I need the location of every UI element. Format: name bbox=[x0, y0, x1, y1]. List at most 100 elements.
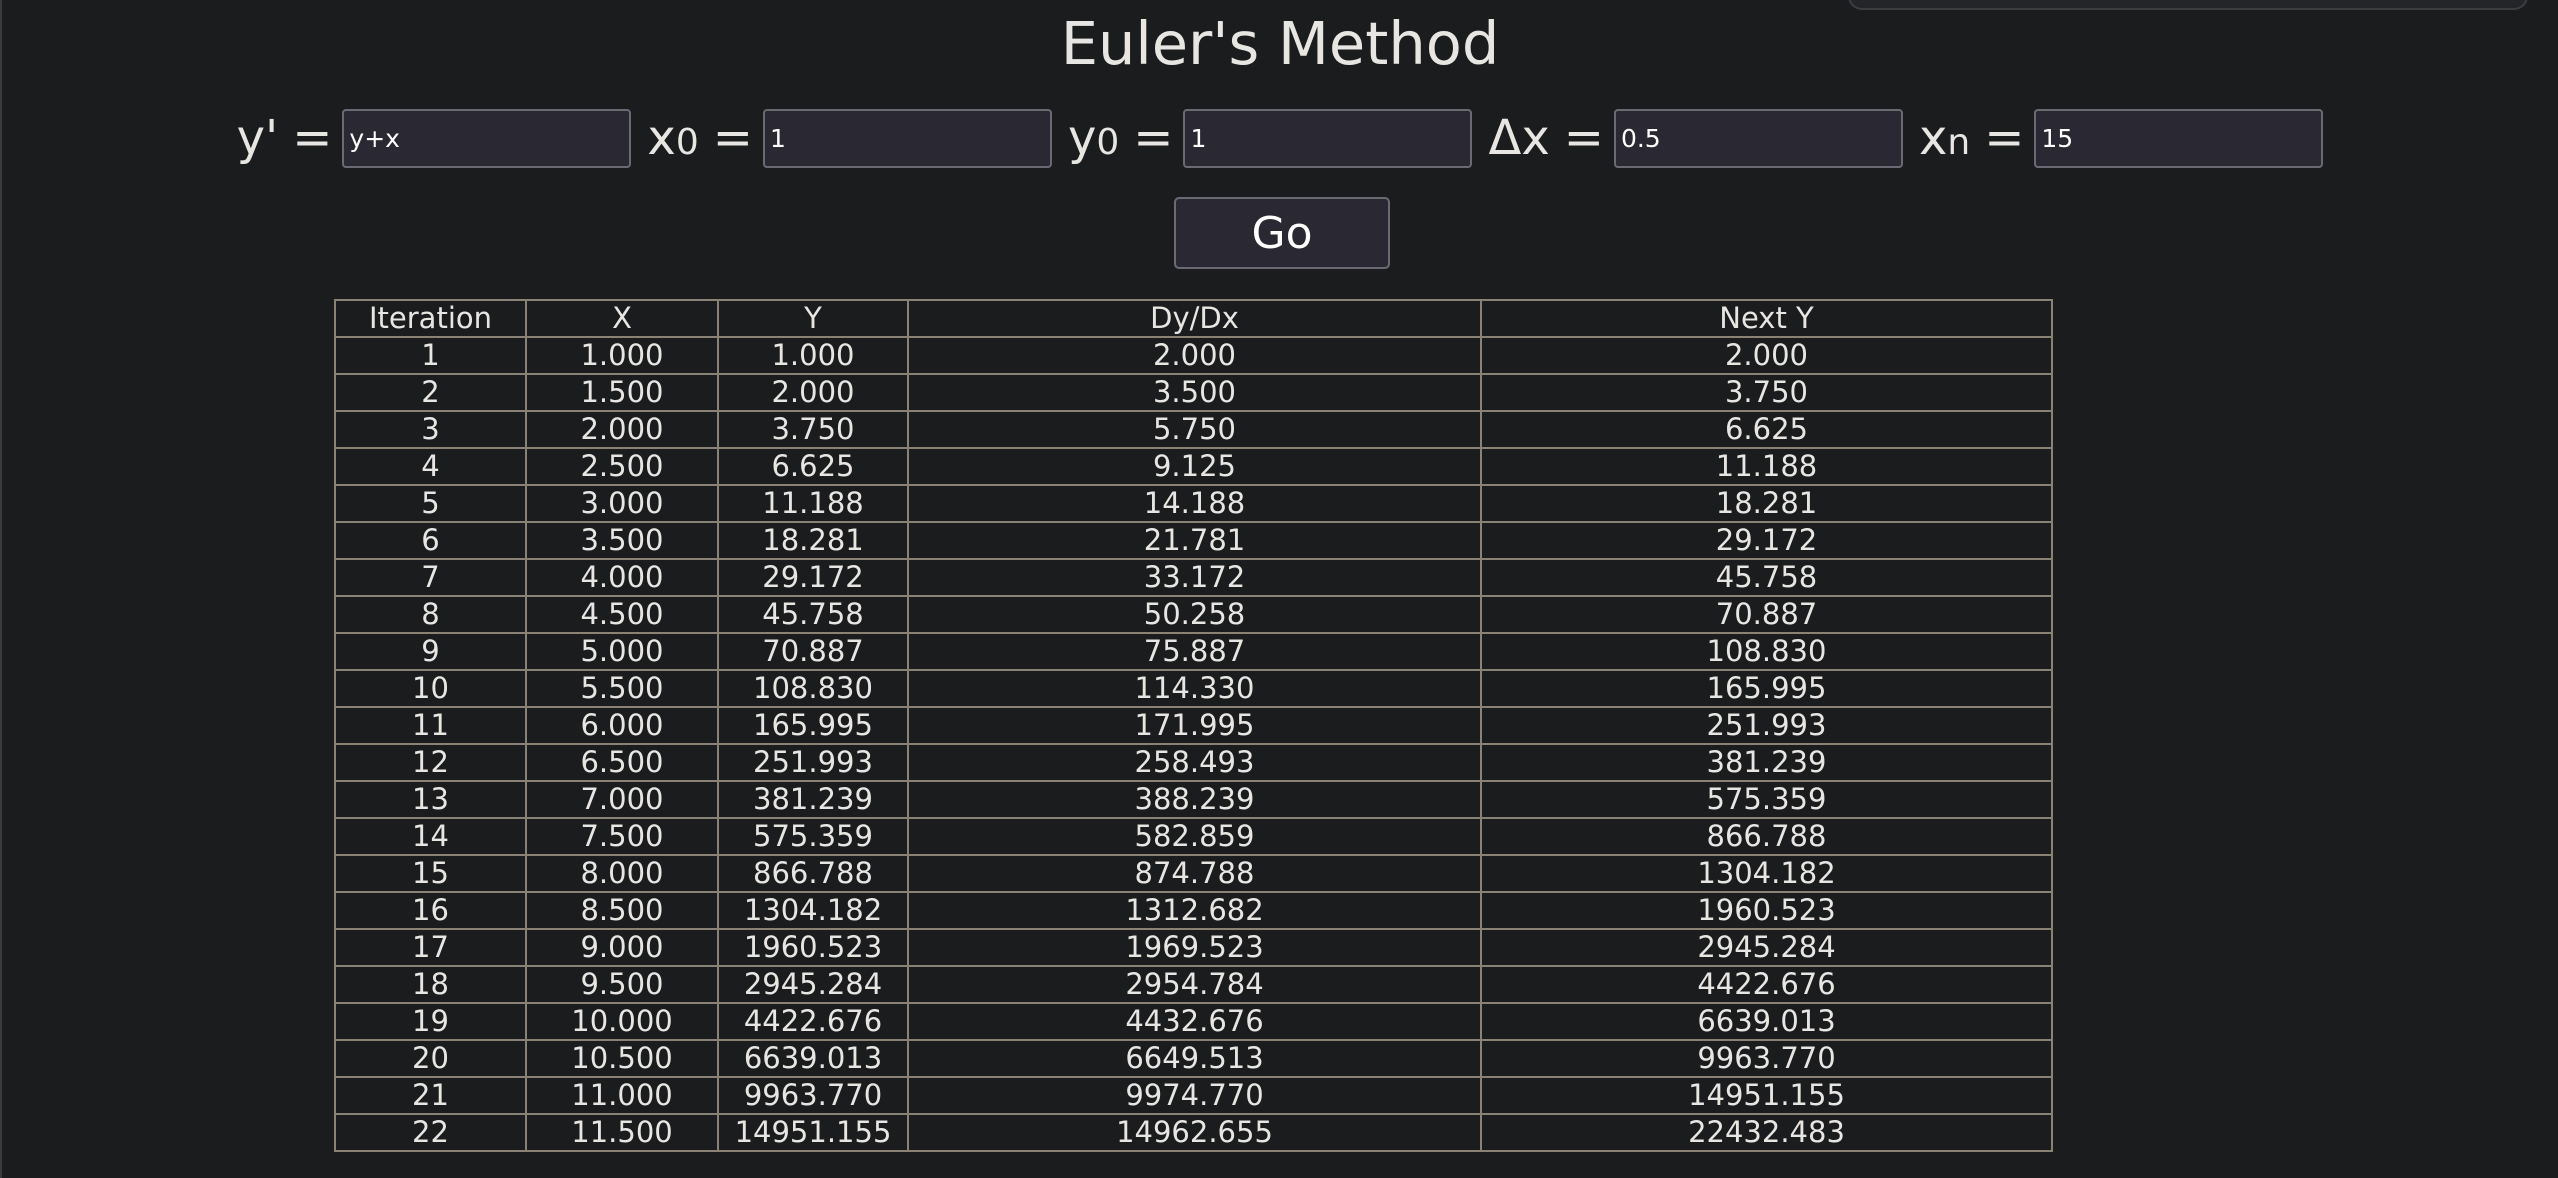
cell-iteration: 10 bbox=[334, 669, 527, 708]
param-x0: x0 = bbox=[647, 108, 1052, 168]
cell-next-y: 575.359 bbox=[1480, 780, 2053, 819]
cell-iteration: 18 bbox=[334, 965, 527, 1004]
cell-next-y: 18.281 bbox=[1480, 484, 2053, 523]
cell-iteration: 7 bbox=[334, 558, 527, 597]
cell-x: 9.000 bbox=[525, 928, 719, 967]
table-row: 20 10.500 6639.013 6649.513 9963.770 bbox=[334, 1039, 2053, 1078]
cell-x: 3.500 bbox=[525, 521, 719, 560]
cell-dydx: 5.750 bbox=[907, 410, 1482, 449]
param-xn: xn = bbox=[1918, 108, 2324, 168]
label-text: Δx bbox=[1488, 110, 1550, 166]
cell-x: 11.500 bbox=[525, 1113, 719, 1152]
cell-x: 8.000 bbox=[525, 854, 719, 893]
cell-y: 29.172 bbox=[717, 558, 909, 597]
cell-dydx: 75.887 bbox=[907, 632, 1482, 671]
cell-iteration: 17 bbox=[334, 928, 527, 967]
cell-y: 2.000 bbox=[717, 373, 909, 412]
column-header-y: Y bbox=[717, 299, 909, 338]
cell-next-y: 6.625 bbox=[1480, 410, 2053, 449]
cell-x: 1.000 bbox=[525, 336, 719, 375]
cell-dydx: 2.000 bbox=[907, 336, 1482, 375]
cell-dydx: 171.995 bbox=[907, 706, 1482, 745]
cell-y: 70.887 bbox=[717, 632, 909, 671]
cell-x: 3.000 bbox=[525, 484, 719, 523]
table-row: 2 1.500 2.000 3.500 3.750 bbox=[334, 373, 2053, 412]
cell-x: 1.500 bbox=[525, 373, 719, 412]
cell-x: 5.000 bbox=[525, 632, 719, 671]
cell-iteration: 22 bbox=[334, 1113, 527, 1152]
cell-x: 4.000 bbox=[525, 558, 719, 597]
table-row: 3 2.000 3.750 5.750 6.625 bbox=[334, 410, 2053, 449]
cell-iteration: 12 bbox=[334, 743, 527, 782]
cell-x: 6.000 bbox=[525, 706, 719, 745]
cell-dydx: 2954.784 bbox=[907, 965, 1482, 1004]
cell-dydx: 1969.523 bbox=[907, 928, 1482, 967]
equals-sign: = bbox=[292, 110, 333, 166]
param-label-xn: xn bbox=[1918, 110, 1971, 166]
cell-next-y: 29.172 bbox=[1480, 521, 2053, 560]
go-button[interactable]: Go bbox=[1174, 197, 1390, 269]
dx-input[interactable] bbox=[1613, 108, 1903, 168]
cell-next-y: 11.188 bbox=[1480, 447, 2053, 486]
cell-next-y: 4422.676 bbox=[1480, 965, 2053, 1004]
cell-iteration: 2 bbox=[334, 373, 527, 412]
xn-input[interactable] bbox=[2034, 108, 2324, 168]
cell-iteration: 21 bbox=[334, 1076, 527, 1115]
cell-y: 575.359 bbox=[717, 817, 909, 856]
cell-dydx: 21.781 bbox=[907, 521, 1482, 560]
x0-input[interactable] bbox=[762, 108, 1052, 168]
equals-sign: = bbox=[1133, 110, 1174, 166]
cell-x: 11.000 bbox=[525, 1076, 719, 1115]
cell-dydx: 3.500 bbox=[907, 373, 1482, 412]
cell-iteration: 15 bbox=[334, 854, 527, 893]
cell-y: 866.788 bbox=[717, 854, 909, 893]
cell-next-y: 14951.155 bbox=[1480, 1076, 2053, 1115]
table-row: 6 3.500 18.281 21.781 29.172 bbox=[334, 521, 2053, 560]
cell-next-y: 866.788 bbox=[1480, 817, 2053, 856]
cell-y: 11.188 bbox=[717, 484, 909, 523]
y0-input[interactable] bbox=[1183, 108, 1473, 168]
cell-iteration: 9 bbox=[334, 632, 527, 671]
param-dx: Δx = bbox=[1488, 108, 1903, 168]
cell-y: 9963.770 bbox=[717, 1076, 909, 1115]
cell-iteration: 4 bbox=[334, 447, 527, 486]
cell-y: 2945.284 bbox=[717, 965, 909, 1004]
cell-dydx: 874.788 bbox=[907, 854, 1482, 893]
equals-sign: = bbox=[712, 110, 753, 166]
cell-y: 18.281 bbox=[717, 521, 909, 560]
table-header-row: Iteration X Y Dy/Dx Next Y bbox=[334, 299, 2053, 338]
cell-dydx: 50.258 bbox=[907, 595, 1482, 634]
cell-dydx: 4432.676 bbox=[907, 1002, 1482, 1041]
cell-dydx: 9.125 bbox=[907, 447, 1482, 486]
cell-next-y: 1960.523 bbox=[1480, 891, 2053, 930]
cell-y: 6.625 bbox=[717, 447, 909, 486]
table-row: 19 10.000 4422.676 4432.676 6639.013 bbox=[334, 1002, 2053, 1041]
cell-iteration: 6 bbox=[334, 521, 527, 560]
cell-next-y: 381.239 bbox=[1480, 743, 2053, 782]
param-label-derivative: y' bbox=[237, 108, 279, 168]
cell-next-y: 9963.770 bbox=[1480, 1039, 2053, 1078]
table-row: 12 6.500 251.993 258.493 381.239 bbox=[334, 743, 2053, 782]
column-header-x: X bbox=[525, 299, 719, 338]
table-row: 21 11.000 9963.770 9974.770 14951.155 bbox=[334, 1076, 2053, 1115]
cell-y: 1960.523 bbox=[717, 928, 909, 967]
cell-y: 14951.155 bbox=[717, 1113, 909, 1152]
table-row: 18 9.500 2945.284 2954.784 4422.676 bbox=[334, 965, 2053, 1004]
cell-x: 4.500 bbox=[525, 595, 719, 634]
cell-iteration: 16 bbox=[334, 891, 527, 930]
table-row: 15 8.000 866.788 874.788 1304.182 bbox=[334, 854, 2053, 893]
cell-x: 7.000 bbox=[525, 780, 719, 819]
cell-iteration: 5 bbox=[334, 484, 527, 523]
param-derivative: y' = bbox=[237, 108, 632, 168]
parameters-row: y' = x0 = y0 = Δx = xn = bbox=[2, 108, 2558, 168]
table-row: 4 2.500 6.625 9.125 11.188 bbox=[334, 447, 2053, 486]
cell-next-y: 3.750 bbox=[1480, 373, 2053, 412]
derivative-input[interactable] bbox=[342, 108, 632, 168]
table-row: 16 8.500 1304.182 1312.682 1960.523 bbox=[334, 891, 2053, 930]
table-row: 10 5.500 108.830 114.330 165.995 bbox=[334, 669, 2053, 708]
cell-next-y: 70.887 bbox=[1480, 595, 2053, 634]
cell-y: 1304.182 bbox=[717, 891, 909, 930]
cell-dydx: 114.330 bbox=[907, 669, 1482, 708]
param-label-y0: y0 bbox=[1067, 110, 1120, 166]
cell-dydx: 1312.682 bbox=[907, 891, 1482, 930]
